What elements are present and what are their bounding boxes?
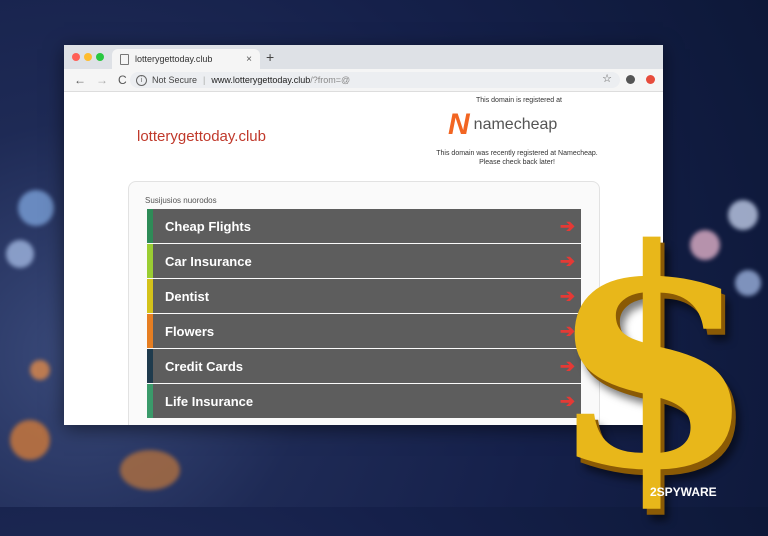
tab-bar: lotterygettoday.club × + — [64, 45, 663, 69]
registration-message: This domain was recently registered at N… — [424, 149, 610, 167]
registration-message-line1: This domain was recently registered at N… — [436, 150, 598, 157]
link-credit-cards[interactable]: Credit Cards ➔ — [147, 349, 581, 383]
registration-message-line2: Please check back later! — [479, 159, 555, 166]
close-window-dot[interactable] — [72, 53, 80, 61]
link-label: Credit Cards — [165, 358, 244, 374]
page-icon — [120, 53, 129, 65]
link-label: Car Insurance — [165, 253, 252, 269]
link-label: Cheap Flights — [165, 218, 251, 234]
tab-close-icon[interactable]: × — [246, 54, 252, 65]
minimize-window-dot[interactable] — [84, 53, 92, 61]
related-links-list: Cheap Flights ➔ Car Insurance ➔ Dentist … — [147, 209, 581, 419]
bokeh-light — [120, 450, 180, 490]
bokeh-light — [10, 420, 50, 460]
link-flowers[interactable]: Flowers ➔ — [147, 314, 581, 348]
info-icon[interactable]: i — [136, 74, 147, 86]
maximize-window-dot[interactable] — [96, 53, 104, 61]
registered-at-text: This domain is registered at — [476, 97, 562, 104]
link-label: Flowers — [165, 323, 215, 339]
accent-bar — [147, 349, 153, 383]
accent-bar — [147, 209, 153, 243]
related-links-title: Susijusios nuorodos — [145, 196, 217, 205]
bokeh-light — [18, 190, 54, 226]
namecheap-mark-icon: N — [448, 108, 470, 141]
bookmark-star-icon[interactable]: ☆ — [602, 72, 612, 85]
related-links-panel: Susijusios nuorodos Cheap Flights ➔ Car … — [128, 181, 600, 425]
accent-bar — [147, 314, 153, 348]
address-bar[interactable]: i Not Secure | www.lotterygettoday.club … — [130, 72, 620, 88]
link-life-insurance[interactable]: Life Insurance ➔ — [147, 384, 581, 418]
tab-title: lotterygettoday.club — [135, 54, 213, 64]
url-path: /?from=@ — [310, 75, 351, 85]
site-name: lotterygettoday.club — [137, 128, 266, 145]
link-car-insurance[interactable]: Car Insurance ➔ — [147, 244, 581, 278]
namecheap-wordmark: namecheap — [473, 116, 558, 133]
link-cheap-flights[interactable]: Cheap Flights ➔ — [147, 209, 581, 243]
url-host: www.lotterygettoday.club — [211, 75, 311, 85]
not-secure-label: Not Secure — [152, 75, 198, 85]
tab-active[interactable]: lotterygettoday.club × — [112, 49, 260, 69]
reload-icon[interactable]: C — [118, 73, 127, 87]
accent-bar — [147, 384, 153, 418]
watermark: 2SPYWARE — [650, 485, 717, 499]
new-tab-button[interactable]: + — [266, 49, 274, 65]
divider: | — [203, 75, 206, 85]
accent-bar — [147, 244, 153, 278]
account-icon[interactable] — [626, 75, 635, 84]
link-dentist[interactable]: Dentist ➔ — [147, 279, 581, 313]
extension-icon[interactable] — [646, 75, 655, 84]
bokeh-light — [6, 240, 34, 268]
bokeh-light — [30, 360, 50, 380]
namecheap-logo[interactable]: N namecheap — [448, 108, 558, 141]
toolbar: ← → C i Not Secure | www.lotterygettoday… — [64, 69, 663, 92]
link-label: Dentist — [165, 288, 210, 304]
dollar-sign-icon: $ — [548, 183, 757, 536]
forward-icon[interactable]: → — [96, 73, 108, 87]
accent-bar — [147, 279, 153, 313]
back-icon[interactable]: ← — [74, 73, 86, 87]
link-label: Life Insurance — [165, 393, 254, 409]
